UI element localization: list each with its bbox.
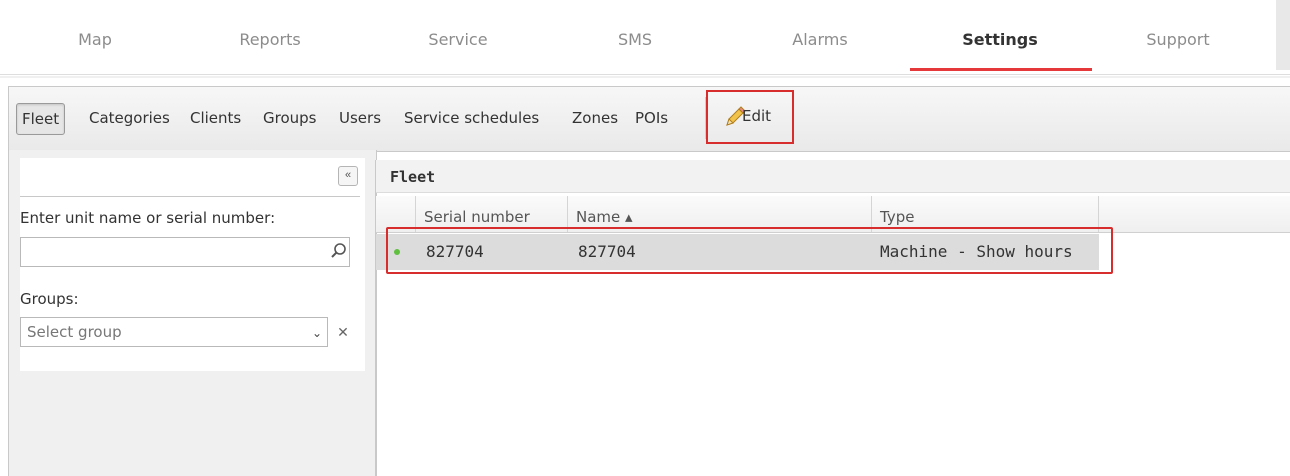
tab-zones[interactable]: Zones (572, 107, 618, 129)
tab-groups[interactable]: Groups (263, 107, 316, 129)
chevron-down-icon[interactable]: ⌄ (312, 326, 322, 340)
filter-panel (8, 150, 377, 476)
search-input[interactable] (20, 237, 350, 267)
search-label: Enter unit name or serial number: (20, 209, 276, 227)
tab-fleet[interactable]: Fleet (16, 103, 66, 135)
tab-categories[interactable]: Categories (89, 107, 170, 129)
main-navigation: Map Reports Service SMS Alarms Settings … (0, 0, 1290, 78)
panel-divider (20, 196, 360, 197)
nav-divider-shadow (0, 76, 1290, 78)
nav-item-support[interactable]: Support (1128, 30, 1228, 54)
edit-button[interactable]: Edit (706, 90, 794, 144)
nav-item-map[interactable]: Map (60, 30, 130, 54)
clear-icon[interactable]: ✕ (334, 318, 352, 346)
tab-service-schedules[interactable]: Service schedules (404, 107, 539, 129)
grid-title: Fleet (390, 168, 436, 186)
groups-label: Groups: (20, 290, 79, 308)
nav-item-service[interactable]: Service (408, 30, 508, 54)
nav-divider (0, 74, 1290, 75)
search-icon[interactable] (330, 242, 348, 260)
nav-item-alarms[interactable]: Alarms (770, 30, 870, 54)
nav-item-sms[interactable]: SMS (600, 30, 670, 54)
selected-row-highlight (386, 227, 1113, 274)
collapse-panel-icon[interactable]: « (338, 166, 358, 186)
tab-pois[interactable]: POIs (635, 107, 668, 129)
grid-title-bar: Fleet (376, 160, 1290, 193)
edit-button-label: Edit (742, 107, 772, 125)
active-tab-indicator (910, 68, 1092, 71)
group-select[interactable]: Select group (20, 317, 328, 347)
nav-scroll-edge (1276, 0, 1290, 70)
tab-users[interactable]: Users (339, 107, 381, 129)
nav-item-reports[interactable]: Reports (220, 30, 320, 54)
tab-clients[interactable]: Clients (190, 107, 241, 129)
nav-item-settings[interactable]: Settings (950, 30, 1050, 54)
settings-tab-bar: Fleet Categories Clients Groups Users Se… (8, 86, 1290, 152)
